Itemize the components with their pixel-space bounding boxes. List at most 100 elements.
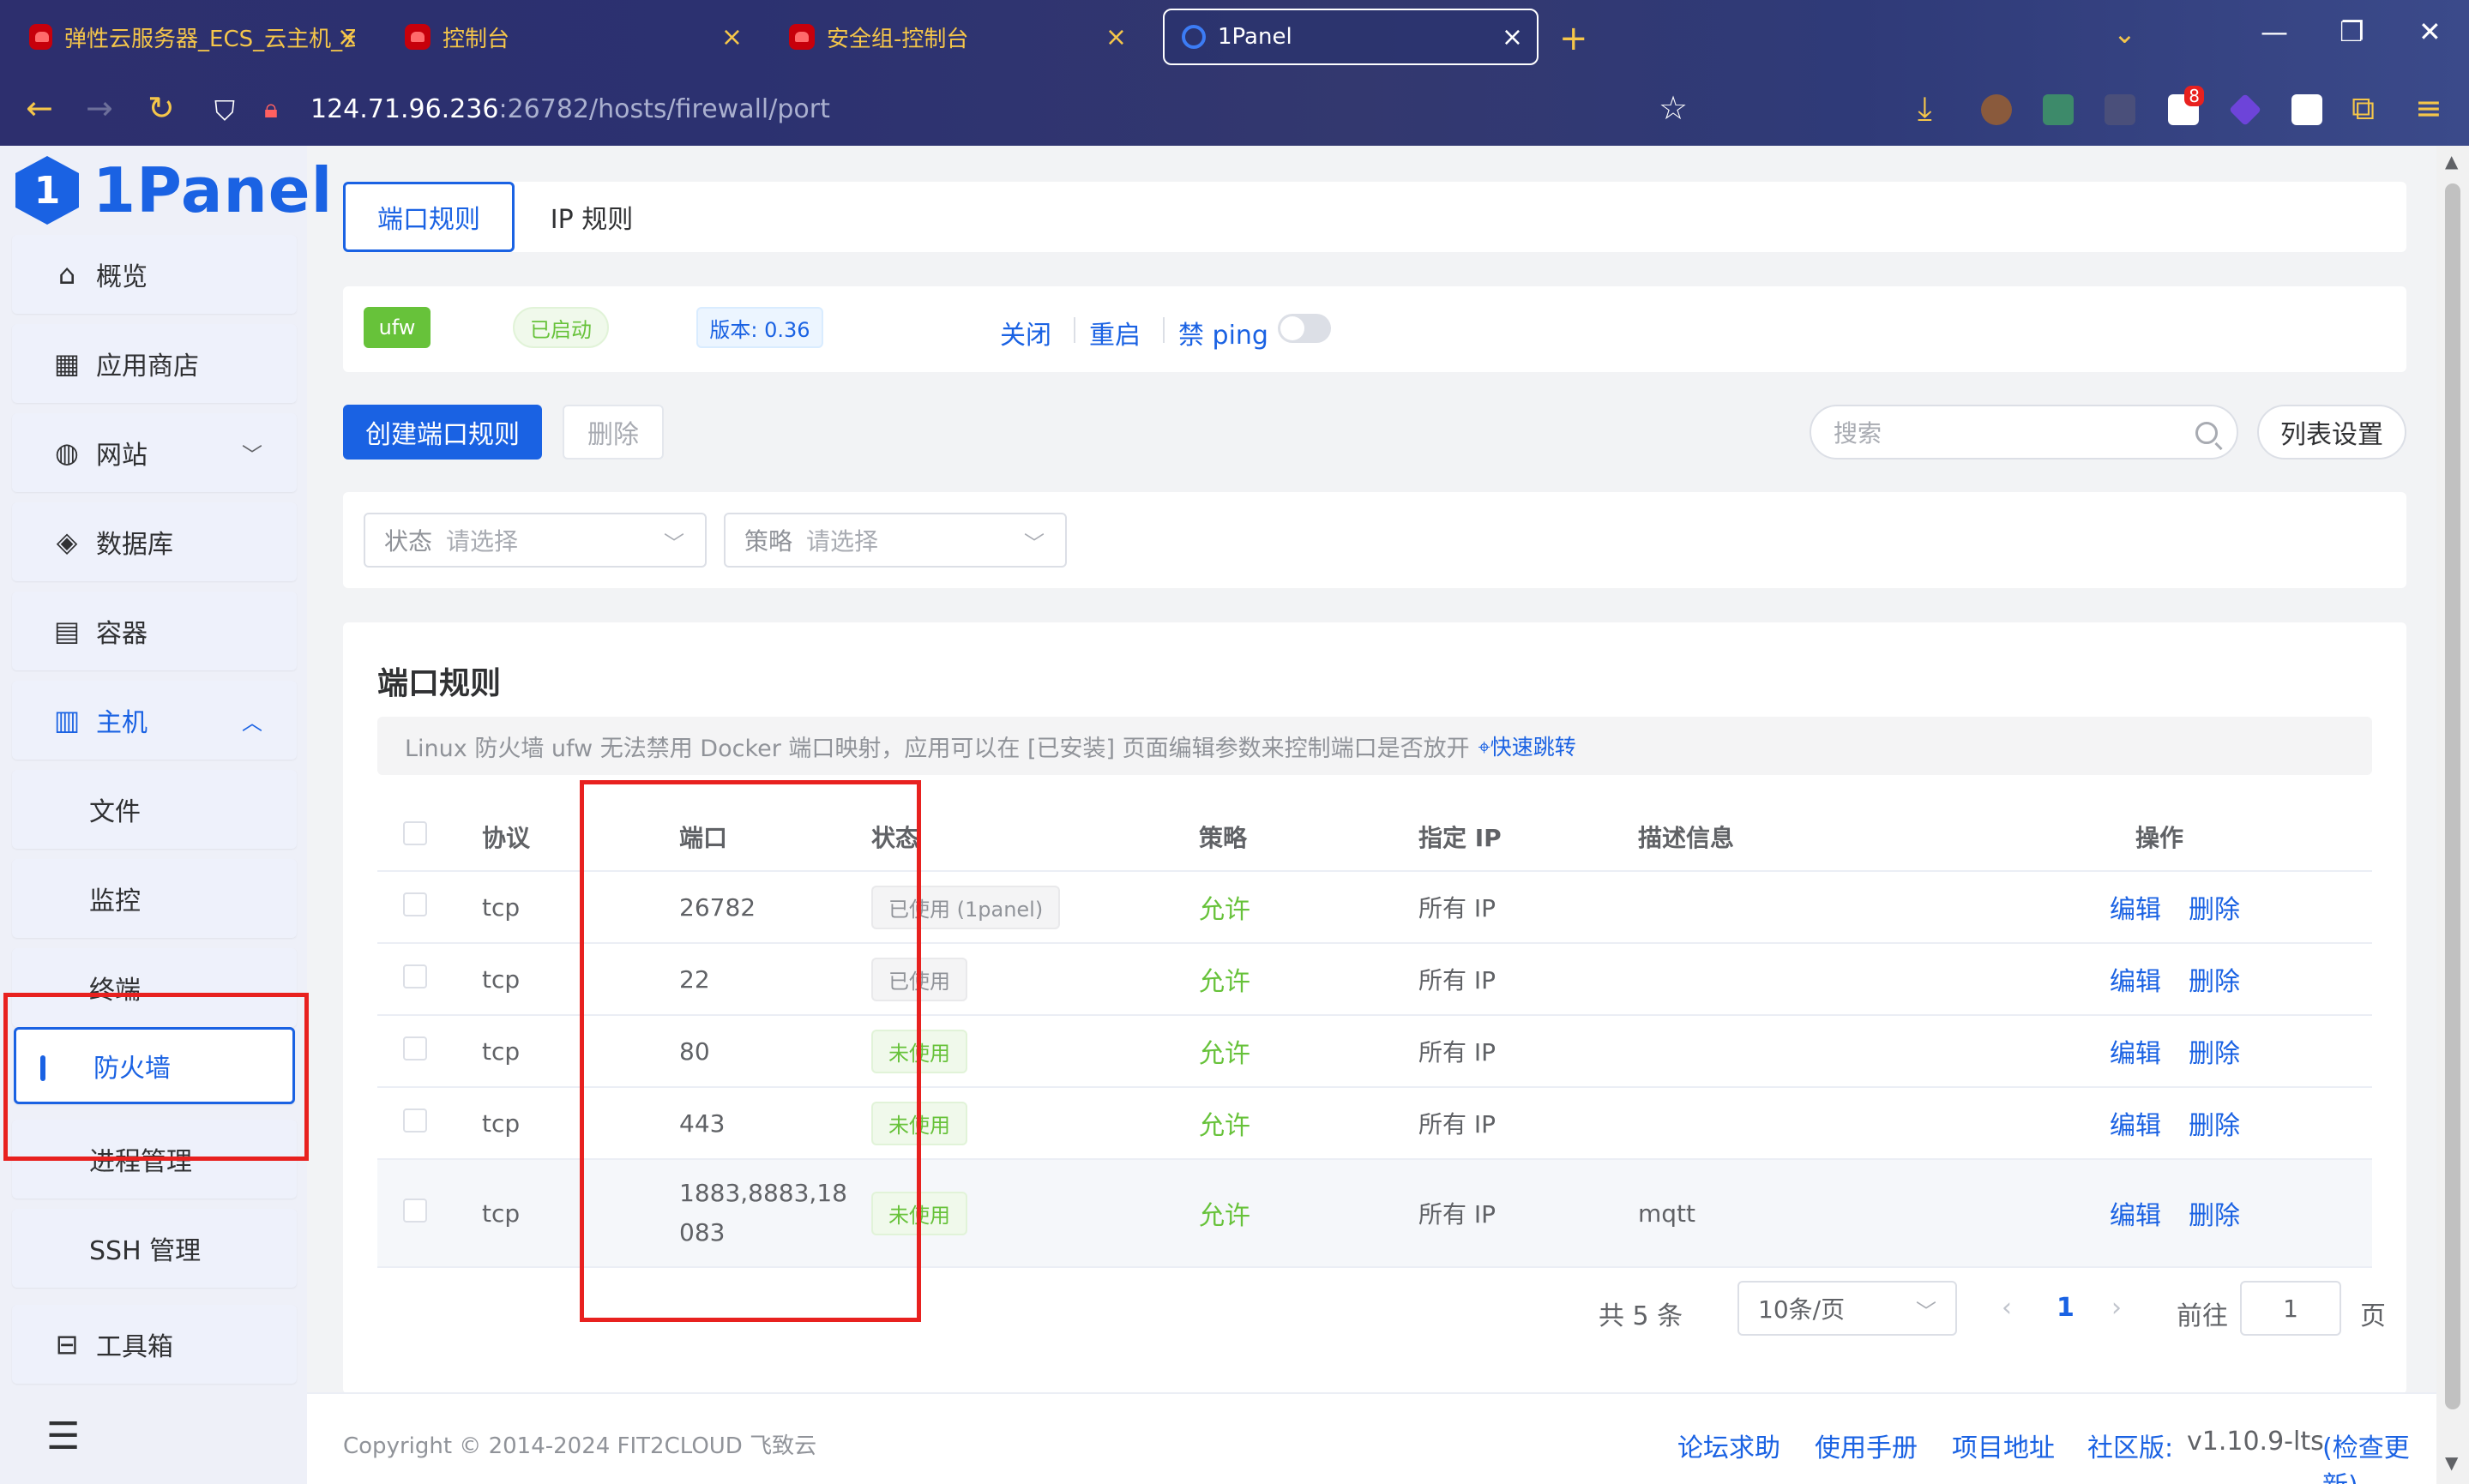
divider: [1074, 317, 1075, 343]
bookmark-star-icon[interactable]: ☆: [1659, 89, 1688, 127]
policy-allow: 允许: [1199, 1039, 1250, 1069]
logo-mark: 1: [15, 156, 79, 225]
quick-jump-link[interactable]: ⌖快速跳转: [1478, 730, 1576, 761]
check-update-link[interactable]: (检查更新): [2322, 1427, 2436, 1484]
restart-firewall-link[interactable]: 重启: [1089, 314, 1141, 351]
scroll-up-icon[interactable]: ▲: [2445, 151, 2458, 171]
sidebar-item-app-store[interactable]: ▦ 应用商店: [12, 324, 297, 403]
scrollbar[interactable]: ▲ ▼: [2436, 146, 2469, 1484]
lock-icon[interactable]: 🔒︎: [264, 94, 278, 124]
goto-label: 前往: [2177, 1301, 2228, 1331]
edit-link[interactable]: 编辑: [2110, 1201, 2161, 1231]
reload-icon[interactable]: ↻: [148, 89, 175, 127]
menu-icon[interactable]: ≡: [2415, 89, 2442, 127]
row-checkbox[interactable]: [403, 1198, 427, 1223]
delete-button[interactable]: 删除: [563, 405, 664, 460]
policy-allow: 允许: [1199, 895, 1250, 925]
row-checkbox[interactable]: [403, 1108, 427, 1133]
prev-page-icon[interactable]: ‹: [2002, 1293, 2012, 1323]
row-checkbox[interactable]: [403, 892, 427, 916]
tab-title: 1Panel: [1218, 24, 1292, 50]
address-bar[interactable]: 124.71.96.236:26782/hosts/firewall/port: [310, 94, 830, 124]
row-checkbox[interactable]: [403, 964, 427, 988]
collapse-menu-icon[interactable]: ☰: [46, 1415, 80, 1458]
close-icon[interactable]: ×: [1502, 22, 1523, 52]
forum-link[interactable]: 论坛求助: [1677, 1427, 1780, 1464]
sidebar-item-label: 应用商店: [96, 351, 199, 382]
chevron-down-icon[interactable]: ⌄: [2113, 17, 2136, 50]
disable-ping-switch[interactable]: [1278, 314, 1331, 343]
minimize-icon[interactable]: —: [2261, 15, 2288, 48]
extension-grid-icon[interactable]: [2105, 94, 2135, 125]
sidebar-item-website[interactable]: ◍ 网站 ﹀: [12, 413, 297, 492]
goto-page-input[interactable]: 1: [2240, 1281, 2341, 1336]
tab-port-rules[interactable]: 端口规则: [343, 182, 515, 252]
project-link[interactable]: 项目地址: [1952, 1427, 2055, 1464]
close-icon[interactable]: ×: [721, 22, 743, 52]
create-port-rule-button[interactable]: 创建端口规则: [343, 405, 542, 460]
scrollbar-thumb[interactable]: [2445, 183, 2460, 1409]
shield-icon[interactable]: ⛉: [214, 94, 235, 128]
page-number-current[interactable]: 1: [2056, 1293, 2075, 1323]
sidebar-item-toolbox[interactable]: ⊟ 工具箱: [12, 1305, 297, 1384]
globe-icon: ◍: [55, 436, 79, 469]
cell-description: [1638, 871, 2110, 944]
status-filter-select[interactable]: 状态 请选择 ﹀: [364, 513, 707, 568]
close-icon[interactable]: ×: [337, 22, 358, 52]
huawei-cloud-icon: [789, 24, 815, 50]
logo[interactable]: 1 1Panel: [15, 154, 333, 226]
tab-ip-rules[interactable]: IP 规则: [515, 182, 669, 252]
disable-ping-label: 禁 ping: [1178, 321, 1268, 351]
extension-badge-icon[interactable]: 8: [2168, 86, 2204, 125]
edit-link[interactable]: 编辑: [2110, 1111, 2161, 1141]
row-checkbox[interactable]: [403, 1036, 427, 1060]
sidebar-item-ssh[interactable]: SSH 管理: [12, 1209, 297, 1288]
tab-title: 控制台: [443, 26, 510, 52]
close-window-icon[interactable]: ✕: [2418, 15, 2442, 48]
edit-link[interactable]: 编辑: [2110, 967, 2161, 997]
status-badge: 已启动: [513, 307, 609, 348]
column-settings-button[interactable]: 列表设置: [2257, 405, 2406, 460]
extensions-puzzle-icon[interactable]: ⧉: [2352, 89, 2375, 128]
delete-link[interactable]: 删除: [2189, 1201, 2240, 1231]
search-input[interactable]: 搜索: [1810, 405, 2238, 460]
logo-text: 1Panel: [93, 154, 334, 226]
huawei-cloud-icon: [405, 24, 431, 50]
next-page-icon[interactable]: ›: [2111, 1293, 2122, 1323]
select-all-checkbox[interactable]: [403, 821, 427, 845]
browser-tab[interactable]: 弹性云服务器_ECS_云主机_云服 ×: [12, 9, 372, 65]
browser-tab[interactable]: 安全组-控制台 ×: [772, 9, 1141, 65]
forward-icon[interactable]: →: [86, 89, 113, 127]
delete-link[interactable]: 删除: [2189, 1111, 2240, 1141]
extension-mask-icon[interactable]: [2291, 94, 2322, 125]
scroll-down-icon[interactable]: ▼: [2445, 1452, 2458, 1473]
download-icon[interactable]: ⤓: [1918, 89, 1932, 128]
edit-link[interactable]: 编辑: [2110, 895, 2161, 925]
extension-monitor-icon[interactable]: [2043, 94, 2074, 125]
delete-link[interactable]: 删除: [2189, 895, 2240, 925]
sidebar-item-label: 概览: [96, 262, 148, 292]
sidebar-item-host[interactable]: ▥ 主机 ︿: [12, 681, 297, 760]
browser-tab[interactable]: 控制台 ×: [388, 9, 756, 65]
docker-icon: ▤: [53, 615, 81, 647]
sidebar-item-overview[interactable]: ⌂ 概览: [12, 235, 297, 314]
extension-avatar-icon[interactable]: [1981, 94, 2012, 125]
stop-firewall-link[interactable]: 关闭: [1000, 314, 1051, 351]
restore-icon[interactable]: ❐: [2340, 15, 2364, 48]
browser-tab-active[interactable]: 1Panel ×: [1163, 9, 1539, 65]
delete-link[interactable]: 删除: [2189, 1039, 2240, 1069]
chevron-down-icon: ﹀: [1916, 1300, 1936, 1324]
sidebar-item-monitor[interactable]: 监控: [12, 859, 297, 938]
policy-filter-select[interactable]: 策略 请选择 ﹀: [724, 513, 1067, 568]
manual-link[interactable]: 使用手册: [1815, 1427, 1918, 1464]
sidebar-item-container[interactable]: ▤ 容器: [12, 592, 297, 670]
sidebar-item-files[interactable]: 文件: [12, 770, 297, 849]
back-icon[interactable]: ←: [26, 89, 53, 127]
delete-link[interactable]: 删除: [2189, 967, 2240, 997]
new-tab-icon[interactable]: +: [1559, 19, 1588, 58]
close-icon[interactable]: ×: [1105, 22, 1127, 52]
edit-link[interactable]: 编辑: [2110, 1039, 2161, 1069]
page-size-select[interactable]: 10条/页 ﹀: [1737, 1281, 1957, 1336]
sidebar-item-database[interactable]: ◈ 数据库: [12, 502, 297, 581]
policy-allow: 允许: [1199, 1111, 1250, 1141]
